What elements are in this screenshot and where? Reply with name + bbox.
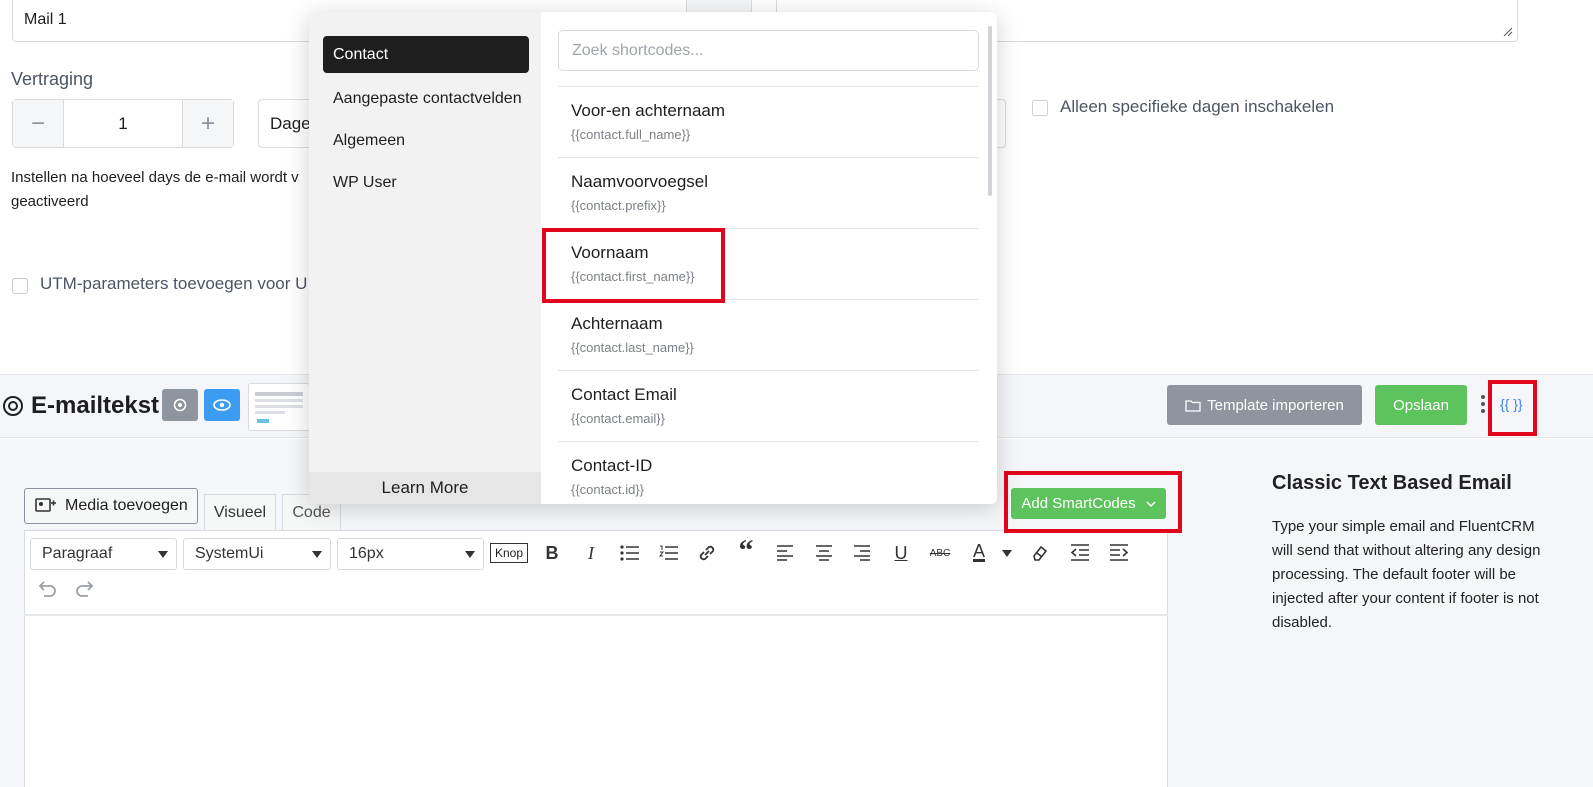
undo-icon[interactable] [36, 579, 58, 599]
add-media-button[interactable]: Media toevoegen [24, 488, 198, 524]
save-button[interactable]: Opslaan [1375, 385, 1467, 425]
delay-stepper: − 1 + [12, 99, 234, 148]
delay-label: Vertraging [11, 69, 94, 89]
shortcode-title: Achternaam [571, 314, 663, 333]
align-right-icon[interactable] [853, 545, 871, 561]
chevron-down-icon [465, 550, 475, 558]
underline-icon[interactable]: U [886, 538, 916, 568]
bullet-list-icon[interactable] [620, 545, 640, 561]
stepper-increment-button[interactable]: + [183, 100, 233, 147]
highlight-first-name-item [542, 228, 725, 303]
specific-days-label: Alleen specifieke dagen inschakelen [1060, 97, 1335, 116]
chevron-down-icon [158, 550, 168, 558]
shortcode-code: {{contact.id}} [571, 482, 645, 497]
chevron-down-icon [312, 550, 322, 558]
folder-icon [1185, 399, 1201, 412]
media-icon [35, 498, 56, 512]
shortcode-code: {{contact.full_name}} [571, 127, 691, 142]
shortcode-item[interactable]: Naamvoorvoegsel {{contact.prefix}} [558, 157, 979, 228]
more-options-icon[interactable] [1479, 395, 1487, 417]
shortcode-item[interactable]: Contact Email {{contact.email}} [558, 370, 979, 441]
category-contact[interactable]: Contact [323, 36, 529, 73]
format-select-value: Paragraaf [42, 545, 113, 562]
shortcode-title: Contact Email [571, 385, 677, 404]
popover-scrollbar[interactable] [988, 26, 992, 196]
text-color-icon[interactable]: A [964, 536, 994, 566]
align-left-icon[interactable] [776, 545, 794, 561]
outdent-icon[interactable] [1070, 544, 1090, 562]
shortcode-item[interactable]: Achternaam {{contact.last_name}} [558, 299, 979, 370]
lifebuoy-icon [3, 396, 23, 416]
bold-icon[interactable]: B [537, 538, 567, 568]
highlight-shortcode-toggle [1488, 380, 1537, 436]
delay-help-text: Instellen na hoeveel days de e-mail word… [11, 169, 299, 210]
numbered-list-icon[interactable] [659, 545, 679, 561]
section-title: E-mailtekst [31, 392, 160, 419]
redo-icon[interactable] [74, 579, 96, 599]
email-body-editor[interactable] [24, 616, 1168, 787]
category-custom-fields[interactable]: Aangepaste contactvelden [323, 80, 529, 117]
template-thumbnail[interactable] [248, 383, 310, 431]
add-media-label: Media toevoegen [65, 497, 188, 514]
gear-icon [173, 398, 187, 412]
clear-formatting-icon[interactable] [1030, 543, 1050, 563]
sidebar-description: Type your simple email and FluentCRM wil… [1272, 518, 1541, 631]
shortcode-code: {{contact.prefix}} [571, 198, 666, 213]
shortcode-code: {{contact.last_name}} [571, 340, 694, 355]
text-color-dropdown-icon[interactable] [1002, 550, 1012, 557]
learn-more-link[interactable]: Learn More [309, 472, 541, 504]
font-size-select[interactable]: 16px [337, 538, 484, 570]
tab-visual[interactable]: Visueel [204, 494, 276, 530]
sidebar-title: Classic Text Based Email [1272, 472, 1512, 494]
link-icon[interactable] [697, 543, 717, 563]
template-preview-icon [255, 392, 303, 423]
stepper-decrement-button[interactable]: − [13, 100, 63, 147]
shortcode-item[interactable]: Voor-en achternaam {{contact.full_name}} [558, 86, 979, 157]
specific-days-checkbox[interactable] [1032, 100, 1048, 116]
shortcode-title: Contact-ID [571, 456, 653, 475]
italic-icon[interactable]: I [576, 538, 606, 568]
eye-icon [213, 399, 231, 411]
font-select-value: SystemUi [195, 545, 264, 562]
preview-button[interactable] [204, 389, 240, 421]
format-select[interactable]: Paragraaf [30, 538, 177, 570]
import-template-label: Template importeren [1207, 396, 1344, 414]
shortcode-category-list: Contact Aangepaste contactvelden Algemee… [309, 12, 541, 504]
category-wp-user[interactable]: WP User [323, 164, 529, 201]
utm-label: UTM-parameters toevoegen voor U [40, 274, 308, 293]
strikethrough-icon[interactable]: ABC [925, 538, 955, 568]
font-size-select-value: 16px [349, 545, 384, 562]
shortcode-item[interactable]: Contact-ID {{contact.id}} [558, 441, 979, 504]
settings-button[interactable] [162, 389, 198, 421]
align-center-icon[interactable] [815, 545, 833, 561]
shortcode-popover: Contact Aangepaste contactvelden Algemee… [309, 12, 997, 504]
font-select[interactable]: SystemUi [183, 538, 331, 570]
shortcode-code: {{contact.email}} [571, 411, 665, 426]
import-template-button[interactable]: Template importeren [1167, 385, 1362, 425]
button-insert[interactable]: Knop [490, 543, 528, 563]
shortcode-title: Voor-en achternaam [571, 101, 726, 120]
shortcode-title: Naamvoorvoegsel [571, 172, 709, 191]
stepper-value[interactable]: 1 [63, 100, 183, 147]
blockquote-icon[interactable]: “ [731, 534, 761, 567]
indent-icon[interactable] [1109, 544, 1129, 562]
utm-checkbox[interactable] [12, 278, 28, 294]
resize-handle-icon[interactable] [1501, 25, 1513, 37]
highlight-smartcodes-button [1004, 471, 1182, 533]
category-general[interactable]: Algemeen [323, 122, 529, 159]
shortcode-search-input[interactable]: Zoek shortcodes... [558, 30, 979, 71]
